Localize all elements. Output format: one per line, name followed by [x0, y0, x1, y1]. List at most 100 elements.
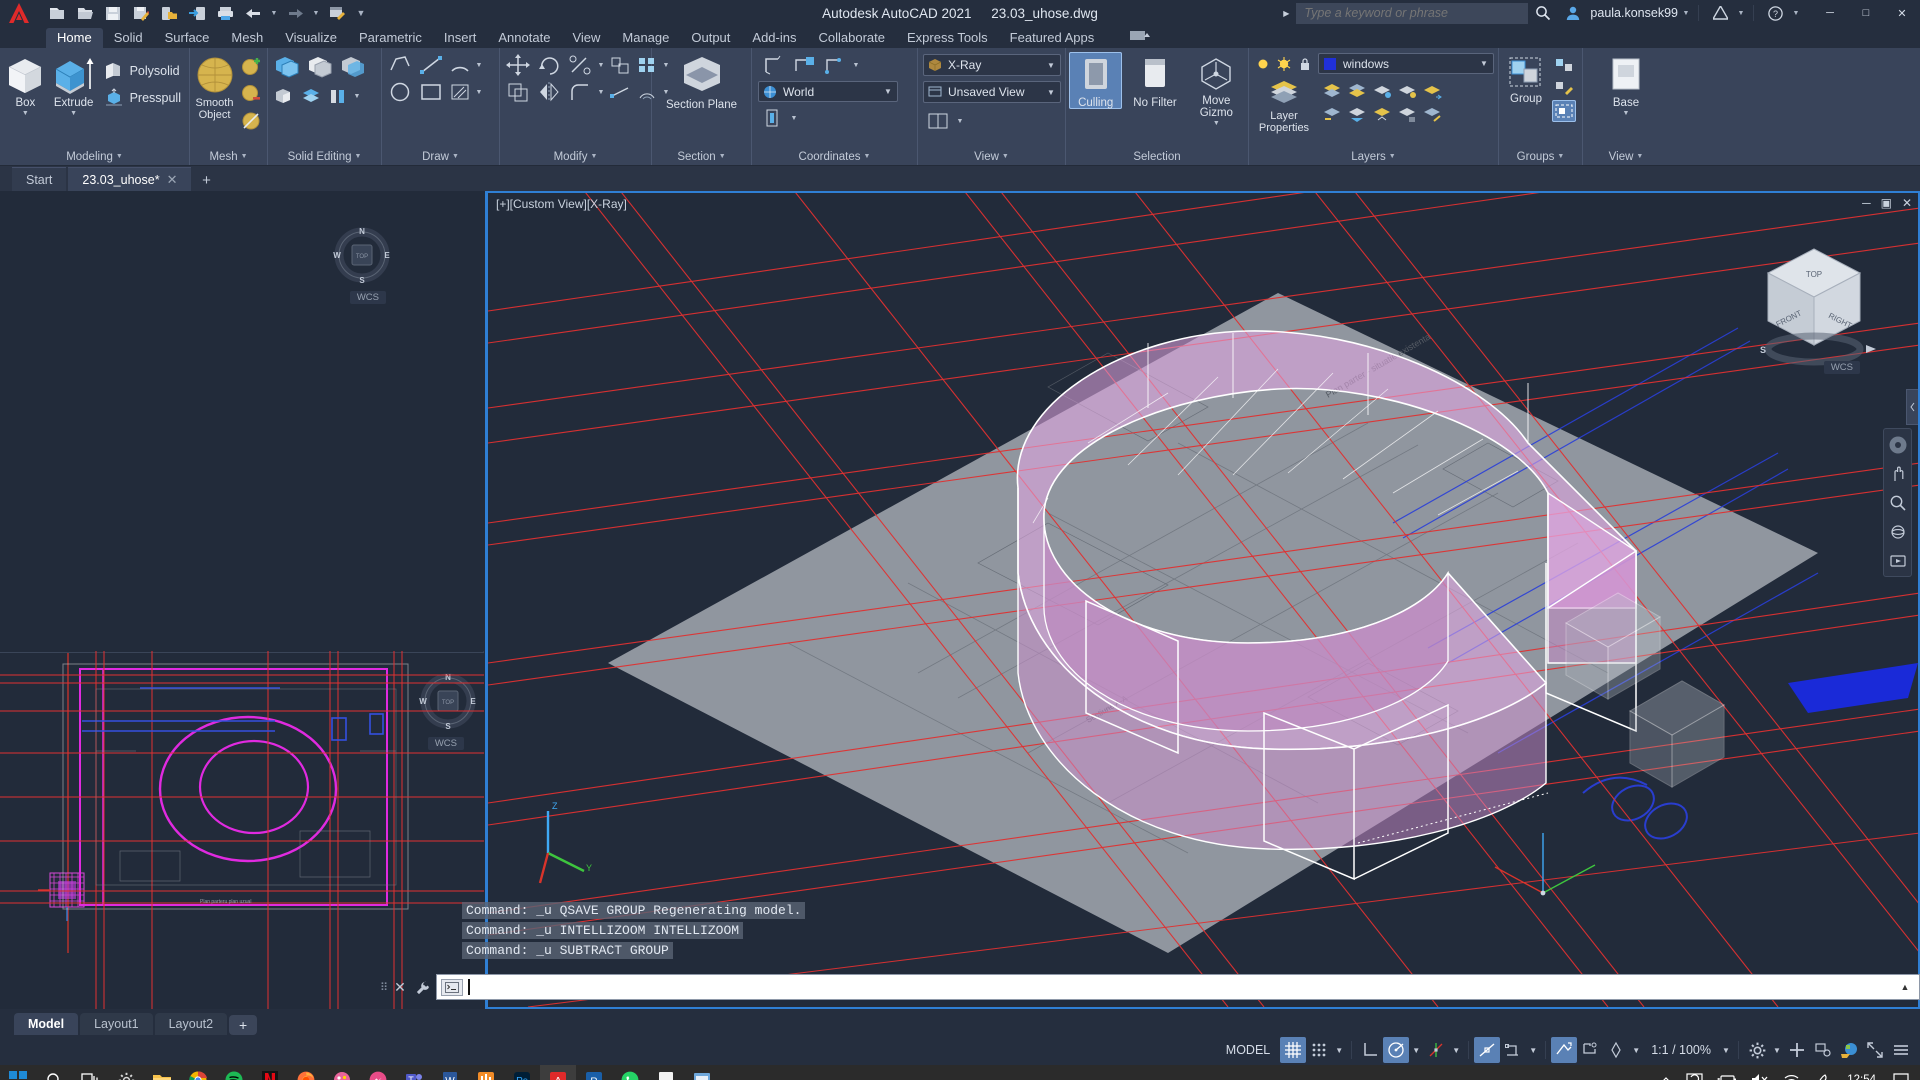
undo-dropdown-icon[interactable]: ▼ — [268, 2, 280, 24]
open-file-icon[interactable] — [72, 2, 98, 24]
panel-title-view-right[interactable]: View ▼ — [1583, 148, 1669, 165]
redo-dropdown-icon[interactable]: ▼ — [310, 2, 322, 24]
dynamic-ucs-dropdown-icon[interactable]: ▼ — [1526, 1037, 1540, 1063]
ortho-mode-toggle[interactable] — [1357, 1037, 1383, 1063]
move-gizmo-button[interactable]: Move Gizmo ▼ — [1188, 52, 1245, 127]
model-space-button[interactable]: MODEL — [1216, 1037, 1280, 1063]
layout-tab-layout1[interactable]: Layout1 — [80, 1013, 153, 1035]
spotify-icon[interactable] — [216, 1065, 252, 1080]
layer-walk-icon[interactable] — [1370, 103, 1394, 125]
polyline-icon[interactable] — [385, 52, 415, 78]
panel-draw-expand-icon[interactable]: ▼ — [452, 153, 459, 160]
ribbon-tab-express-tools[interactable]: Express Tools — [896, 28, 999, 48]
viewport-maximize-button[interactable]: ▣ — [1881, 196, 1892, 210]
panel-title-solid-editing[interactable]: Solid Editing ▼ — [268, 148, 381, 165]
ucs-combo-arrow-icon[interactable]: ▼ — [881, 87, 895, 96]
panel-title-layers[interactable]: Layers ▼ — [1249, 148, 1498, 165]
viewport-minimize-button[interactable]: ─ — [1862, 196, 1871, 210]
panel-mesh-expand-icon[interactable]: ▼ — [241, 153, 248, 160]
osnap-tracking-dropdown-icon[interactable]: ▼ — [1449, 1037, 1463, 1063]
ribbon-tab-insert[interactable]: Insert — [433, 28, 488, 48]
open-from-web-icon[interactable] — [156, 2, 182, 24]
layer-properties-button[interactable]: Layer Properties — [1253, 78, 1315, 134]
close-button[interactable]: ✕ — [1884, 0, 1920, 26]
presspull-button[interactable]: Presspull — [100, 86, 186, 110]
orbit-icon[interactable] — [1885, 519, 1910, 544]
ribbon-tab-home[interactable]: Home — [46, 28, 103, 48]
maximize-button[interactable]: □ — [1848, 0, 1884, 26]
teams-icon[interactable]: T — [396, 1065, 432, 1080]
file-tab-drawing[interactable]: 23.03_uhose* ✕ — [68, 167, 192, 191]
panel-title-groups[interactable]: Groups ▼ — [1499, 148, 1582, 165]
dynamic-ucs-toggle[interactable] — [1500, 1037, 1526, 1063]
workspace-dropdown-icon[interactable]: ▼ — [1770, 1037, 1784, 1063]
separate-icon[interactable] — [325, 83, 351, 109]
minimize-button[interactable]: ─ — [1812, 0, 1848, 26]
trim-icon[interactable] — [565, 52, 595, 78]
command-line-close-icon[interactable]: ✕ — [390, 979, 410, 996]
viewport-label[interactable]: [+][Custom View][X-Ray] — [496, 197, 627, 211]
panel-modify-expand-icon[interactable]: ▼ — [590, 153, 597, 160]
rotate-icon[interactable] — [534, 52, 564, 78]
ribbon-display-options-icon[interactable] — [1119, 28, 1163, 48]
modify-dropdown-icon[interactable]: ▼ — [596, 79, 606, 105]
polar-dropdown-icon[interactable]: ▼ — [1409, 1037, 1423, 1063]
messenger-icon[interactable] — [360, 1065, 396, 1080]
panel-view-right-expand-icon[interactable]: ▼ — [1636, 153, 1643, 160]
ribbon-tab-parametric[interactable]: Parametric — [348, 28, 433, 48]
mirror-icon[interactable] — [534, 79, 564, 105]
navcube-widget[interactable]: TOP FRONT RIGHT S — [1744, 241, 1884, 371]
refine-mesh-icon[interactable] — [238, 108, 264, 134]
box-dropdown-icon[interactable]: ▼ — [22, 110, 29, 117]
layout-tab-layout2[interactable]: Layout2 — [154, 1013, 228, 1035]
group-selection-on-icon[interactable] — [1552, 100, 1576, 122]
settings-icon[interactable] — [108, 1065, 144, 1080]
ucs-world-icon[interactable] — [789, 52, 819, 78]
visual-style-combo[interactable]: X-Ray ▼ — [923, 54, 1061, 76]
layer-previous-icon[interactable] — [1345, 103, 1369, 125]
acrobat-icon[interactable]: PDF — [648, 1065, 684, 1080]
panel-modeling-expand-icon[interactable]: ▼ — [116, 153, 123, 160]
start-icon[interactable] — [0, 1065, 36, 1080]
annotation-monitor-toggle[interactable] — [1577, 1037, 1603, 1063]
slice-icon[interactable] — [298, 83, 324, 109]
panel-title-view[interactable]: View ▼ — [918, 148, 1065, 165]
help-icon[interactable]: ? — [1760, 0, 1790, 26]
ucs-icon-display[interactable] — [758, 105, 788, 131]
layer-merge-icon[interactable] — [1420, 80, 1444, 102]
stretch-icon[interactable] — [607, 79, 633, 105]
group-button[interactable]: Group — [1502, 52, 1550, 105]
command-line-options-icon[interactable] — [410, 980, 436, 995]
revit-icon[interactable]: R — [576, 1065, 612, 1080]
panel-title-draw[interactable]: Draw ▼ — [382, 148, 499, 165]
ribbon-tab-mesh[interactable]: Mesh — [220, 28, 274, 48]
box-button[interactable]: Box ▼ — [3, 52, 48, 117]
named-view-combo[interactable]: Unsaved View ▼ — [923, 81, 1061, 103]
avatar[interactable] — [1558, 0, 1588, 26]
smooth-more-icon[interactable] — [238, 54, 264, 80]
steering-wheel-icon[interactable] — [1885, 432, 1910, 457]
save-icon[interactable] — [100, 2, 126, 24]
section-plane-button[interactable]: Section Plane — [662, 52, 742, 112]
paint-icon[interactable] — [324, 1065, 360, 1080]
panel-title-selection[interactable]: Selection — [1066, 148, 1248, 165]
panel-title-mesh[interactable]: Mesh ▼ — [190, 148, 267, 165]
layout-tab-model[interactable]: Model — [14, 1013, 79, 1035]
panel-title-section[interactable]: Section ▼ — [652, 148, 751, 165]
photoshop-icon[interactable]: Ps — [504, 1065, 540, 1080]
ribbon-tab-collaborate[interactable]: Collaborate — [807, 28, 896, 48]
polar-tracking-toggle[interactable] — [1383, 1037, 1410, 1063]
layer-freeze-icon[interactable] — [1274, 54, 1294, 74]
panel-section-expand-icon[interactable]: ▼ — [719, 153, 726, 160]
grid-display-toggle[interactable] — [1280, 1037, 1307, 1063]
autodesk-cloud-icon[interactable] — [1836, 1037, 1862, 1063]
close-icon[interactable]: ✕ — [167, 172, 178, 188]
command-input-wrapper[interactable]: ▲ — [436, 974, 1920, 1000]
save-to-web-icon[interactable] — [184, 2, 210, 24]
whatsapp-icon[interactable] — [612, 1065, 648, 1080]
no-filter-button[interactable]: No Filter — [1125, 52, 1184, 109]
layer-combo-arrow-icon[interactable]: ▼ — [1477, 59, 1491, 68]
undo-icon[interactable] — [240, 2, 266, 24]
ribbon-tab-output[interactable]: Output — [680, 28, 741, 48]
ucs-icon[interactable] — [758, 52, 788, 78]
